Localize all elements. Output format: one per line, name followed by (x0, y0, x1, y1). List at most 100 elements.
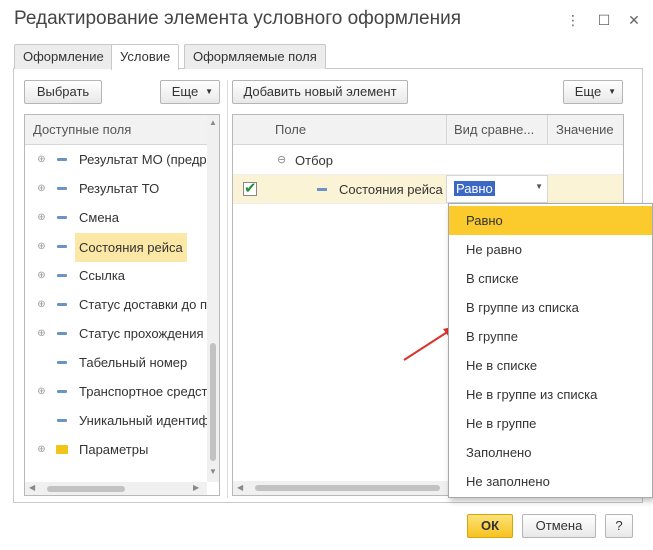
available-fields-header: Доступные поля (25, 115, 207, 145)
comparison-option[interactable]: Не заполнено (449, 467, 652, 496)
filter-condition-row[interactable]: ✔ Состояния рейса Равно ▼ (233, 174, 623, 204)
expand-icon[interactable]: ⊕ (37, 329, 46, 339)
field-item-label: Табельный номер (79, 355, 188, 370)
field-item[interactable]: ⊕ Смена (25, 204, 205, 233)
scroll-thumb[interactable] (210, 343, 216, 461)
filter-group-label: Отбор (295, 153, 333, 168)
tab-condition[interactable]: Условие (111, 44, 180, 70)
expand-icon[interactable]: ⊕ (37, 271, 46, 281)
scroll-down-icon[interactable]: ▼ (209, 467, 217, 476)
scroll-right-icon[interactable]: ▶ (193, 483, 199, 492)
field-item[interactable]: ⊕ Ссылка (25, 262, 205, 291)
comparison-option[interactable]: Не равно (449, 235, 652, 264)
select-button[interactable]: Выбрать (24, 80, 102, 104)
scroll-left-icon[interactable]: ◀ (237, 483, 243, 492)
column-field-header[interactable]: Поле (275, 122, 306, 137)
field-item-label: Результат ТО (79, 181, 160, 196)
expand-icon[interactable]: ⊕ (37, 184, 46, 194)
comparison-option-selected[interactable]: Равно (449, 206, 652, 235)
close-icon[interactable]: ✕ (624, 10, 644, 30)
comparison-option[interactable]: В группе (449, 322, 652, 351)
comparison-option[interactable]: Не в группе (449, 409, 652, 438)
comparison-dropdown-list: Равно Не равно В списке В группе из спис… (448, 203, 653, 498)
tab-formatted-fields[interactable]: Оформляемые поля (184, 44, 326, 69)
add-element-button[interactable]: Добавить новый элемент (232, 80, 408, 104)
field-icon (57, 419, 67, 422)
dropdown-arrow-icon: ▼ (205, 87, 213, 96)
window-title: Редактирование элемента условного оформл… (14, 8, 462, 29)
more-button-label: Еще (574, 84, 602, 99)
left-vertical-scrollbar[interactable]: ▲ ▼ (207, 115, 219, 482)
field-icon (57, 187, 67, 190)
filter-group-row[interactable]: ⊖ Отбор (233, 146, 623, 174)
available-fields-panel: Доступные поля ▲ ▼ ◀ ▶ ⊕ Результат МО (п… (24, 114, 220, 496)
field-icon (57, 158, 67, 161)
scroll-thumb[interactable] (47, 486, 125, 492)
field-item[interactable]: Табельный номер (25, 349, 205, 378)
expand-icon[interactable]: ⊕ (37, 155, 46, 165)
comparison-option[interactable]: Заполнено (449, 438, 652, 467)
more-button-label: Еще (171, 84, 199, 99)
comparison-select[interactable]: Равно ▼ (446, 175, 548, 203)
field-item[interactable]: ⊕ Транспортное средст (25, 378, 207, 407)
column-divider (547, 115, 548, 145)
field-item-label: Ссылка (79, 268, 126, 283)
field-item[interactable]: ⊕ Статус прохождения (25, 320, 205, 349)
field-icon (57, 303, 67, 306)
expand-icon[interactable]: ⊕ (37, 445, 46, 455)
condition-checkbox[interactable]: ✔ (243, 180, 257, 197)
more-button-right[interactable]: Еще ▼ (563, 80, 623, 104)
available-fields-header-label: Доступные поля (33, 122, 132, 137)
condition-field-value[interactable]: Состояния рейса (339, 182, 443, 197)
column-divider (446, 115, 447, 145)
field-icon (57, 216, 67, 219)
panel-splitter[interactable] (227, 80, 228, 498)
field-item-label: Результат МО (предр (79, 152, 207, 167)
column-comparison-header[interactable]: Вид сравне... (454, 122, 534, 137)
dropdown-arrow-icon[interactable]: ▼ (535, 182, 543, 191)
field-item-label: Статус доставки до п (79, 297, 207, 312)
left-horizontal-scrollbar[interactable]: ◀ ▶ (25, 482, 207, 495)
comparison-option[interactable]: В группе из списка (449, 293, 652, 322)
scroll-up-icon[interactable]: ▲ (209, 118, 217, 127)
cancel-button[interactable]: Отмена (522, 514, 596, 538)
field-item-label: Смена (79, 210, 119, 225)
field-icon (57, 361, 67, 364)
comparison-option[interactable]: Не в списке (449, 351, 652, 380)
folder-icon (56, 445, 68, 454)
comparison-select-value: Равно (454, 181, 495, 196)
scroll-thumb[interactable] (255, 485, 440, 491)
field-item[interactable]: ⊕ Параметры (25, 436, 205, 465)
expand-icon[interactable]: ⊕ (37, 387, 46, 397)
comparison-option[interactable]: В списке (449, 264, 652, 293)
checkmark-icon: ✔ (244, 180, 257, 197)
field-item[interactable]: Уникальный идентифи (25, 407, 207, 436)
help-button[interactable]: ? (605, 514, 633, 538)
field-item-label: Транспортное средст (79, 384, 207, 399)
expand-icon[interactable]: ⊕ (37, 213, 46, 223)
collapse-icon[interactable]: ⊖ (277, 153, 286, 166)
more-icon[interactable]: ⋮ (563, 10, 583, 30)
ok-button[interactable]: ОК (467, 514, 513, 538)
expand-icon[interactable]: ⊕ (37, 242, 46, 252)
comparison-option[interactable]: Не в группе из списка (449, 380, 652, 409)
field-icon (317, 188, 327, 191)
field-item-label: Состояния рейса (75, 233, 187, 262)
field-icon (57, 390, 67, 393)
field-item-label: Параметры (79, 442, 149, 457)
column-value-header[interactable]: Значение (556, 122, 614, 137)
field-item[interactable]: ⊕ Результат МО (предр (25, 146, 207, 175)
field-icon (57, 274, 67, 277)
field-icon (57, 245, 67, 248)
field-item-selected[interactable]: ⊕ Состояния рейса (25, 233, 205, 262)
scroll-left-icon[interactable]: ◀ (29, 483, 35, 492)
maximize-icon[interactable]: ☐ (594, 10, 614, 30)
tab-appearance[interactable]: Оформление (14, 44, 113, 69)
filter-table-header: Поле Вид сравне... Значение (233, 115, 623, 145)
field-item-label: Уникальный идентифи (79, 413, 207, 428)
field-icon (57, 332, 67, 335)
expand-icon[interactable]: ⊕ (37, 300, 46, 310)
field-item[interactable]: ⊕ Статус доставки до п (25, 291, 207, 320)
more-button-left[interactable]: Еще ▼ (160, 80, 220, 104)
field-item[interactable]: ⊕ Результат ТО (25, 175, 205, 204)
